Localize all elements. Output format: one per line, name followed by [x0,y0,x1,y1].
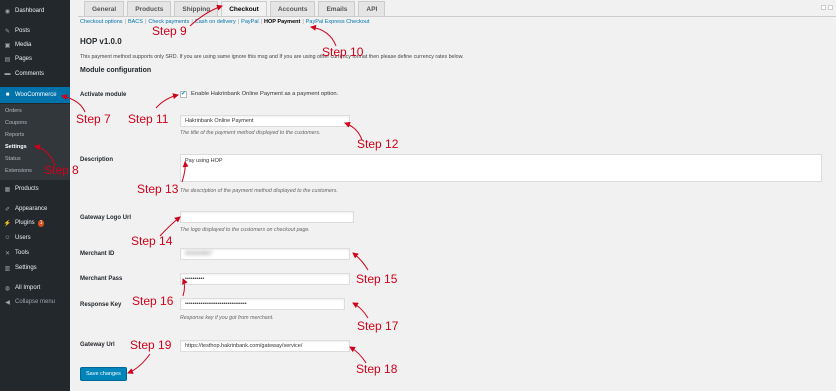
submenu-settings[interactable]: Settings [0,141,70,153]
section-bacs[interactable]: BACS [128,19,143,25]
wrench-icon: ✕ [4,250,11,257]
activate-label: Activate module [80,92,127,98]
tab-emails[interactable]: Emails [318,1,356,16]
logo-url-label: Gateway Logo Url [80,215,132,221]
woocommerce-icon: ■ [5,92,10,98]
section-paypal[interactable]: PayPal [241,19,258,25]
section-checkout-options[interactable]: Checkout options [80,19,123,25]
logo-url-desc: The logo displayed to the customers on c… [180,227,310,233]
comment-icon: ▬ [4,71,11,77]
sidebar-item-settings[interactable]: ▥ Settings [0,261,70,275]
sidebar-item-plugins[interactable]: ⚡ Plugins 1 [0,216,70,230]
tab-checkout[interactable]: Checkout [221,1,267,16]
section-cash-on-delivery[interactable]: Cash on delivery [195,19,236,25]
step-12-label: Step 12 [357,137,399,151]
sidebar-item-woocommerce[interactable]: ■ WooCommerce [0,87,70,103]
merchant-pass-label: Merchant Pass [80,276,123,282]
section-title: Module configuration [80,67,152,74]
dashboard-icon: ◉ [4,8,11,15]
tab-divider [78,16,836,17]
tab-products[interactable]: Products [127,1,172,16]
tab-general[interactable]: General [84,1,125,16]
merchant-id-input[interactable]: 000000837 [180,248,350,260]
settings-icon: ▥ [4,265,11,272]
tab-shipping[interactable]: Shipping [174,1,219,16]
step-10-label: Step 10 [322,45,364,59]
step-19-label: Step 19 [130,338,172,352]
description-desc: The description of the payment method di… [180,188,338,194]
help-toggle[interactable] [828,5,833,10]
collapse-icon: ◀ [5,299,10,306]
intro-text: This payment method supports only SRD. I… [80,54,464,60]
step-14-label: Step 14 [131,234,173,248]
sidebar-item-dashboard[interactable]: ◉ Dashboard [0,4,70,18]
step-8-label: Step 8 [44,163,79,177]
sidebar-item-pages[interactable]: ▤ Pages [0,52,70,66]
merchant-id-value: 000000837 [185,251,213,257]
description-label: Description [80,157,114,163]
gateway-url-input[interactable]: https://testhop.hakrinbank.com/gateway/s… [180,340,350,352]
sidebar-item-media[interactable]: ▣ Media [0,38,70,52]
settings-tabs: General Products Shipping Checkout Accou… [84,1,388,16]
response-key-input[interactable]: •••••••••••••••••••••••••••••••• [180,298,345,310]
merchant-pass-input[interactable]: •••••••••• [180,273,350,285]
admin-sidebar: ◉ Dashboard ✎ Posts ▣ Media ▤ Pages ▬ Comment… [0,0,70,391]
sidebar-item-all-import[interactable]: ◍ All Import [0,281,70,295]
tab-api[interactable]: API [358,1,386,16]
description-textarea[interactable]: Pay using HOP [180,154,822,182]
title-input[interactable]: Hakrinbank Online Payment [180,115,350,127]
step-17-label: Step 17 [357,319,399,333]
settings-main: General Products Shipping Checkout Accou… [70,0,836,391]
plugin-icon: ⚡ [3,220,12,227]
sidebar-item-users[interactable]: ☺ Users [0,231,70,245]
sidebar-item-appearance[interactable]: ✐ Appearance [0,202,70,216]
brush-icon: ✐ [4,206,11,213]
step-15-label: Step 15 [356,272,398,286]
step-7-label: Step 7 [76,112,111,126]
pin-icon: ✎ [4,28,11,35]
page-title: HOP v1.0.0 [80,37,122,46]
title-desc: The title of the payment method displaye… [180,130,321,136]
sidebar-item-comments[interactable]: ▬ Comments [0,67,70,81]
tab-accounts[interactable]: Accounts [269,1,316,16]
merchant-id-label: Merchant ID [80,251,115,257]
sidebar-item-tools[interactable]: ✕ Tools [0,246,70,260]
activate-checkbox[interactable]: ✔ [180,91,187,98]
collapse-menu-button[interactable]: ◀ Collapse menu [0,295,70,309]
pages-icon: ▤ [4,56,11,63]
section-hop-payment[interactable]: HOP Payment [264,19,300,25]
checkout-sections-nav: Checkout options | BACS | Check payments | Cas… [80,19,370,25]
response-key-desc: Response key if you got from merchant. [180,315,274,321]
gateway-url-label: Gateway Url [80,342,115,348]
save-changes-button[interactable]: Save changes [80,367,127,381]
section-paypal-express[interactable]: PayPal Express Checkout [306,19,370,25]
step-13-label: Step 13 [137,182,179,196]
media-icon: ▣ [4,42,11,49]
sidebar-item-products[interactable]: ▦ Products [0,182,70,196]
products-icon: ▦ [4,186,11,193]
submenu-reports[interactable]: Reports [0,129,70,141]
step-18-label: Step 18 [356,362,398,376]
step-16-label: Step 16 [132,294,174,308]
submenu-orders[interactable]: Orders [0,105,70,117]
activate-checkbox-text: Enable Hakrinbank Online Payment as a pa… [191,91,339,97]
logo-url-input[interactable] [180,211,354,223]
response-key-label: Response Key [80,302,122,308]
sidebar-item-posts[interactable]: ✎ Posts [0,24,70,38]
step-9-label: Step 9 [152,24,187,38]
submenu-coupons[interactable]: Coupons [0,117,70,129]
users-icon: ☺ [4,235,11,241]
step-11-label: Step 11 [128,112,169,126]
import-icon: ◍ [4,285,11,292]
plugins-update-badge: 1 [37,219,45,227]
screen-options-toggle[interactable] [821,5,826,10]
